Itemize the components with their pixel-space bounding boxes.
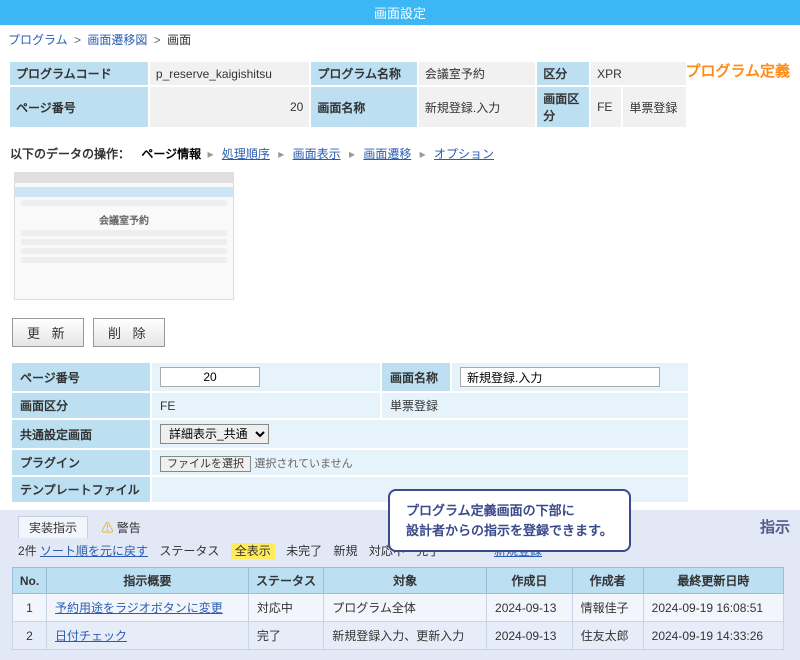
instructions-table: No. 指示概要 ステータス 対象 作成日 作成者 最終更新日時 1 予約用途を… [12,567,784,650]
status-label: ステータス [159,544,219,558]
input-screen-name[interactable] [460,367,660,387]
value-screen-kbn: FE [590,86,622,128]
label-plugin: プラグイン [11,449,151,476]
tab-impl[interactable]: 実装指示 [18,516,88,538]
label-template: テンプレートファイル [11,476,151,503]
ops-current: ページ情報 [141,147,201,161]
value-screen-kbn-fe: FE [151,392,381,419]
cell-creator: 情報佳子 [572,594,643,622]
warning-icon: ⚠ [101,521,113,535]
value-screen-kbn-text: 単票登録 [381,392,689,419]
th-no[interactable]: No. [13,568,47,594]
cell-status: 対応中 [248,594,323,622]
program-definition-area: プログラム定義 プログラムコード p_reserve_kaigishitsu プ… [0,54,800,135]
callout-line2: 設計者からの指示を登録できます。 [406,521,613,541]
tab-impl-label: 実装指示 [29,521,77,535]
ops-link-order[interactable]: 処理順序 [222,147,270,161]
cell-status: 完了 [248,622,323,650]
reset-sort-link[interactable]: ソート順を元に戻す [40,544,148,558]
breadcrumb: プログラム > 画面遷移図 > 画面 [0,25,800,54]
page-header: 画面設定 [0,0,800,25]
cell-target: 新規登録入力、更新入力 [324,622,487,650]
select-common[interactable]: 詳細表示_共通 [160,424,269,444]
cell-created: 2024-09-13 [487,622,573,650]
file-none-text: 選択されていません [254,458,352,470]
th-creator[interactable]: 作成者 [572,568,643,594]
table-header-row: No. 指示概要 ステータス 対象 作成日 作成者 最終更新日時 [13,568,784,594]
tab-warn-label: 警告 [117,521,141,535]
cell-summary-link[interactable]: 予約用途をラジオボタンに変更 [55,601,223,615]
chevron-right-icon: > [74,33,81,47]
label-screen-kbn: 画面区分 [536,86,590,128]
thumb-title: 会議室予約 [15,212,233,227]
definition-table: プログラムコード p_reserve_kaigishitsu プログラム名称 会… [8,60,688,129]
cell-no: 1 [13,594,47,622]
filter-new[interactable]: 新規 [333,544,357,558]
cell-summary-link[interactable]: 日付チェック [55,629,127,643]
ops-link-option[interactable]: オプション [434,147,494,161]
page-info-form: ページ番号 画面名称 画面区分 FE 単票登録 共通設定画面 詳細表示_共通 プ… [10,361,690,504]
page-header-title: 画面設定 [374,6,426,21]
breadcrumb-current: 画面 [167,33,191,47]
button-row: 更 新 削 除 [0,310,800,355]
th-summary[interactable]: 指示概要 [47,568,249,594]
th-target[interactable]: 対象 [324,568,487,594]
label-program-name: プログラム名称 [310,61,418,86]
label-common: 共通設定画面 [11,419,151,449]
tab-warn[interactable]: ⚠ 警告 [91,517,150,538]
update-button[interactable]: 更 新 [12,318,84,347]
input-page-no[interactable] [160,367,260,387]
screen-thumbnail[interactable]: 会議室予約 [14,172,234,300]
th-updated[interactable]: 最終更新日時 [643,568,783,594]
ops-link-display[interactable]: 画面表示 [293,147,341,161]
label-page-no-2: ページ番号 [11,362,151,392]
triangle-right-icon: ▸ [349,147,355,161]
value-program-name: 会議室予約 [418,61,536,86]
label-page-no: ページ番号 [9,86,149,128]
th-created[interactable]: 作成日 [487,568,573,594]
triangle-right-icon: ▸ [420,147,426,161]
file-choose-button[interactable]: ファイルを選択 [160,456,251,472]
section-title-instructions: 指示 [760,516,790,537]
cell-target: プログラム全体 [324,594,487,622]
breadcrumb-transition[interactable]: 画面遷移図 [87,33,147,47]
breadcrumb-program[interactable]: プログラム [8,33,68,47]
triangle-right-icon: ▸ [207,147,213,161]
label-screen-name: 画面名称 [310,86,418,128]
filter-all[interactable]: 全表示 [231,543,275,559]
section-title-definition: プログラム定義 [685,60,790,81]
label-kubun: 区分 [536,61,590,86]
ops-link-transition[interactable]: 画面遷移 [363,147,411,161]
filter-incomplete[interactable]: 未完了 [286,544,322,558]
cell-created: 2024-09-13 [487,594,573,622]
table-row: 1 予約用途をラジオボタンに変更 対応中 プログラム全体 2024-09-13 … [13,594,784,622]
value-kubun: XPR [590,61,687,86]
delete-button[interactable]: 削 除 [93,318,165,347]
value-screen-kbn2: 単票登録 [622,86,687,128]
cell-updated: 2024-09-19 16:08:51 [643,594,783,622]
value-page-no: 20 [149,86,310,128]
label-program-code: プログラムコード [9,61,149,86]
triangle-right-icon: ▸ [278,147,284,161]
label-screen-kbn-2: 画面区分 [11,392,151,419]
ops-lead: 以下のデータの操作： [10,147,130,161]
chevron-right-icon: > [154,33,161,47]
count-text: 2件 [18,544,37,558]
cell-creator: 住友太郎 [572,622,643,650]
th-status[interactable]: ステータス [248,568,323,594]
value-screen-name: 新規登録.入力 [418,86,536,128]
table-row: 2 日付チェック 完了 新規登録入力、更新入力 2024-09-13 住友太郎 … [13,622,784,650]
label-screen-name-2: 画面名称 [381,362,451,392]
value-program-code: p_reserve_kaigishitsu [149,61,310,86]
operations-row: 以下のデータの操作： ページ情報 ▸ 処理順序 ▸ 画面表示 ▸ 画面遷移 ▸ … [0,135,800,168]
cell-updated: 2024-09-19 14:33:26 [643,622,783,650]
help-callout: プログラム定義画面の下部に 設計者からの指示を登録できます。 [388,489,631,552]
callout-line1: プログラム定義画面の下部に [406,501,613,521]
cell-no: 2 [13,622,47,650]
